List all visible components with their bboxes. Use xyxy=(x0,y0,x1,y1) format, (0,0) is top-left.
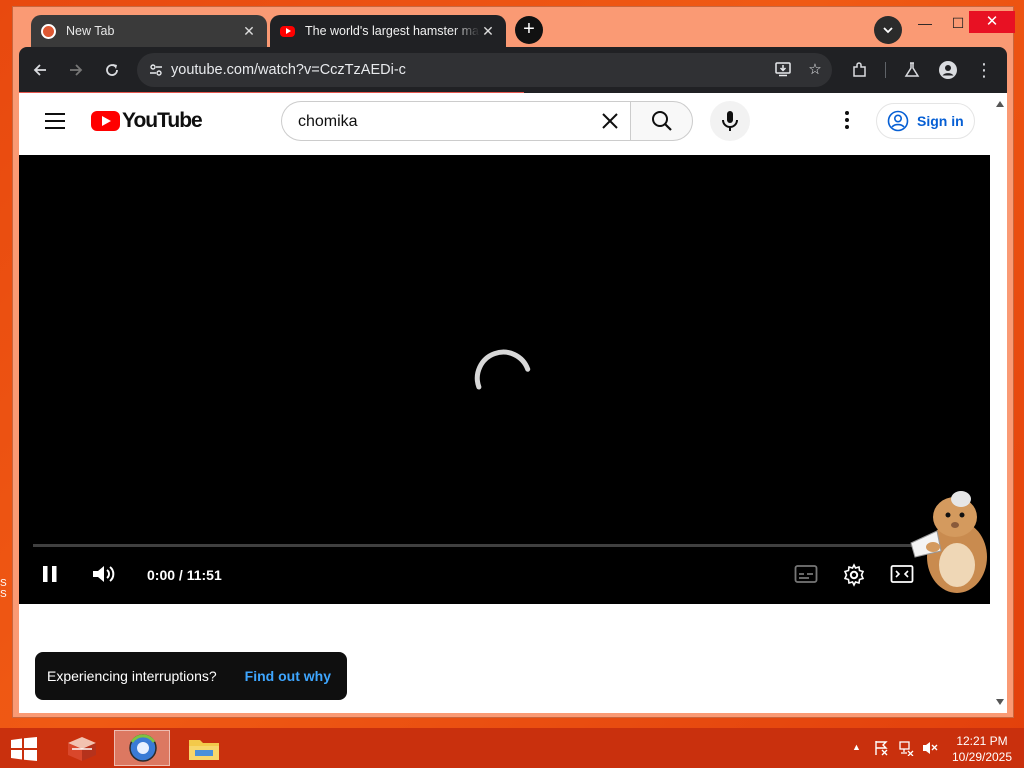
tab-close-icon[interactable]: ✕ xyxy=(241,23,257,40)
volume-muted-icon[interactable] xyxy=(922,740,938,756)
time-display: 0:00 / 11:51 xyxy=(147,567,222,583)
pause-button[interactable] xyxy=(41,563,59,590)
page-scrollbar[interactable] xyxy=(993,93,1007,713)
interruptions-toast: Experiencing interruptions? Find out why xyxy=(35,652,347,700)
tab-title: The world's largest hamster ma xyxy=(305,24,479,38)
scroll-down-arrow-icon[interactable] xyxy=(996,699,1004,705)
network-icon[interactable] xyxy=(898,740,914,756)
youtube-play-logo-icon xyxy=(91,111,120,131)
new-tab-button[interactable]: + xyxy=(515,16,543,44)
taskbar-app-box[interactable] xyxy=(54,730,110,766)
search-button[interactable] xyxy=(630,101,693,141)
tab-strip: New Tab ✕ The world's largest hamster ma… xyxy=(13,7,1015,47)
tab-new-tab[interactable]: New Tab ✕ xyxy=(31,15,267,47)
progress-scrubber[interactable] xyxy=(33,544,973,547)
taskbar-app-chrome[interactable] xyxy=(114,730,170,766)
microphone-icon xyxy=(722,111,738,131)
settings-button[interactable] xyxy=(842,563,866,592)
youtube-header: YouTube chomika Sign in xyxy=(19,93,993,149)
close-window-button[interactable]: ✕ xyxy=(969,11,1015,33)
toolbar-divider xyxy=(885,62,886,78)
video-player[interactable]: 0:00 / 11:51 xyxy=(19,155,990,604)
volume-button[interactable] xyxy=(91,563,117,590)
windows-start-icon[interactable] xyxy=(10,737,38,761)
package-box-icon xyxy=(68,737,96,761)
settings-kebab-icon[interactable] xyxy=(837,111,857,133)
action-center-flag-icon[interactable] xyxy=(873,740,889,756)
back-arrow-icon[interactable] xyxy=(27,57,53,83)
taskbar-app-file-explorer[interactable] xyxy=(176,730,232,766)
clock-date: 10/29/2025 xyxy=(951,750,1013,764)
tab-close-icon[interactable]: ✕ xyxy=(480,23,496,40)
tab-youtube-video[interactable]: The world's largest hamster ma ✕ xyxy=(270,15,506,47)
minimize-button[interactable]: — xyxy=(908,11,942,39)
browser-toolbar: youtube.com/watch?v=CczTzAEDi-c ☆ ⋮ xyxy=(19,47,1007,93)
extensions-puzzle-icon[interactable] xyxy=(847,57,873,83)
forward-arrow-icon[interactable] xyxy=(63,57,89,83)
search-icon xyxy=(652,111,672,131)
find-out-why-link[interactable]: Find out why xyxy=(245,668,331,684)
site-settings-icon[interactable] xyxy=(147,61,165,79)
sign-in-label: Sign in xyxy=(917,113,964,129)
youtube-logo[interactable]: YouTube xyxy=(91,109,203,133)
search-input-value: chomika xyxy=(298,113,358,130)
tab-title: New Tab xyxy=(66,24,115,38)
search-input[interactable]: chomika xyxy=(281,101,631,141)
hamburger-menu-icon[interactable] xyxy=(45,113,65,129)
install-app-icon[interactable] xyxy=(773,60,793,80)
reload-icon[interactable] xyxy=(99,57,125,83)
clear-search-icon[interactable] xyxy=(597,108,623,134)
address-bar[interactable]: youtube.com/watch?v=CczTzAEDi-c ☆ xyxy=(137,53,832,87)
browser-menu-kebab-icon[interactable]: ⋮ xyxy=(971,57,997,83)
show-hidden-icons-arrow-icon[interactable]: ▲ xyxy=(852,742,861,752)
tab-search-chevron-icon[interactable] xyxy=(874,16,902,44)
gear-icon xyxy=(843,563,865,587)
profile-icon[interactable] xyxy=(935,57,961,83)
browser-globe-icon xyxy=(129,734,157,762)
folder-icon xyxy=(189,740,219,760)
windows-taskbar: ▲ 12:21 PM 10/29/2025 xyxy=(0,728,1024,768)
browser-window: New Tab ✕ The world's largest hamster ma… xyxy=(12,6,1015,718)
pause-icon xyxy=(43,566,57,582)
volume-icon xyxy=(93,566,115,582)
duckduckgo-icon xyxy=(41,23,56,39)
subtitles-button[interactable] xyxy=(794,563,818,590)
toast-message: Experiencing interruptions? xyxy=(47,668,217,684)
youtube-logo-text: YouTube xyxy=(122,109,203,132)
labs-flask-icon[interactable] xyxy=(899,57,925,83)
hamster-overlay-image xyxy=(910,491,987,593)
scroll-up-arrow-icon[interactable] xyxy=(996,101,1004,107)
taskbar-clock[interactable]: 12:21 PM 10/29/2025 xyxy=(942,733,1022,765)
clock-time: 12:21 PM xyxy=(956,734,1008,748)
account-circle-icon xyxy=(887,110,909,132)
voice-search-button[interactable] xyxy=(710,101,750,141)
desktop-text-fragment: SS xyxy=(0,578,7,600)
bookmark-star-icon[interactable]: ☆ xyxy=(805,60,825,80)
youtube-icon xyxy=(280,25,295,37)
url-text: youtube.com/watch?v=CczTzAEDi-c xyxy=(171,62,406,78)
youtube-page: YouTube chomika Sign in 0:00 / 11:51 Exp… xyxy=(19,93,1007,713)
loading-spinner-icon xyxy=(474,349,531,390)
subtitles-icon xyxy=(794,565,818,583)
sign-in-button[interactable]: Sign in xyxy=(876,103,975,139)
